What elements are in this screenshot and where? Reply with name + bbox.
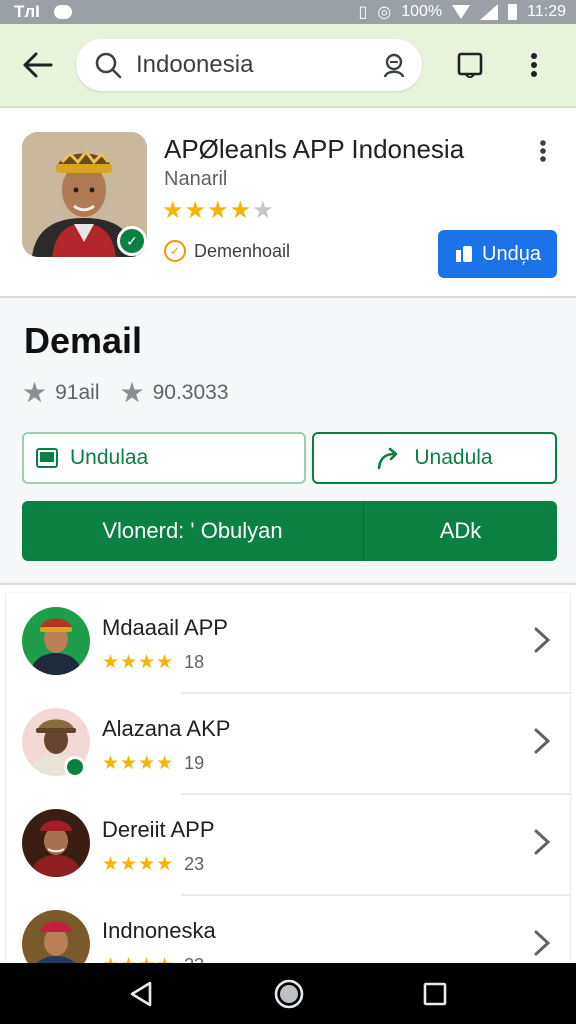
download-button[interactable]: Undulaa: [22, 432, 306, 484]
app-category-tag: ✓ Demenhoail: [164, 240, 290, 262]
chevron-right-icon: [534, 829, 551, 855]
primary-action-button[interactable]: Vlonerd: ' Obulyan: [22, 501, 364, 561]
person-avatar-icon: [22, 910, 90, 963]
share-button[interactable]: Unadula: [312, 432, 557, 484]
avatar: [22, 809, 90, 877]
list-item[interactable]: Mdaaail APP ★★★★ 18: [6, 593, 570, 694]
rating-count: 18: [184, 652, 205, 672]
secondary-action-button[interactable]: ADk: [364, 501, 557, 561]
stat-rating: ★ 91ail: [22, 376, 99, 409]
bookmark-icon: [457, 52, 483, 78]
divider: [0, 583, 576, 585]
list-item-rating: ★★★★ 23: [102, 954, 204, 963]
arrow-back-icon: [23, 52, 53, 78]
nav-home-icon[interactable]: [273, 978, 305, 1010]
chevron-right-icon: [534, 728, 551, 754]
search-icon: [95, 52, 122, 79]
wifi-icon: [452, 5, 471, 19]
verified-badge-icon: [64, 756, 86, 778]
clock: 11:29: [527, 3, 566, 20]
share-button-label: Unadula: [414, 446, 493, 469]
app-title: APØleanls APP Indonesia: [164, 134, 465, 164]
detail-title: Demail: [24, 320, 143, 361]
navigation-bar: [0, 963, 576, 1024]
download-icon: [36, 448, 58, 468]
star-rating-icon: ★★★★: [102, 854, 175, 875]
nav-recents-icon[interactable]: [422, 981, 448, 1007]
person-avatar-icon: [22, 607, 90, 675]
star-rating-icon: ★★★★: [102, 652, 175, 673]
star-rating-icon: ★★★★: [102, 954, 174, 963]
voice-search-icon[interactable]: [380, 51, 408, 79]
screen: TлI ▯ ◎ 100% 11:29 Indoonesia ✓ APØleanl…: [0, 0, 576, 1024]
back-button[interactable]: [0, 23, 76, 107]
chevron-right-icon: [534, 627, 551, 653]
list-item-title: Indnoneska: [102, 918, 216, 943]
star-icon: ★: [119, 377, 145, 408]
more-vert-icon: [531, 53, 537, 77]
list-item-rating: ★★★★ 18: [102, 651, 204, 674]
app-header: ✓ APØleanls APP Indonesia Nanaril ★★★★★ …: [0, 110, 576, 296]
install-button[interactable]: Undu᷊a: [438, 230, 557, 278]
battery-percent: 100%: [401, 3, 443, 20]
star-icon: ★: [229, 197, 253, 224]
carrier-text: TлI: [14, 2, 40, 21]
stat-reviews: ★ 90.3033: [119, 376, 228, 409]
list-item[interactable]: Indnoneska ★★★★ 23: [6, 896, 570, 963]
toolbar: [0, 24, 576, 108]
search-input[interactable]: [136, 51, 380, 79]
list-item-title: Dereiit APP: [102, 817, 215, 842]
list-item-rating: ★★★★ 19: [102, 752, 204, 775]
rating-count: 19: [184, 753, 205, 773]
stat-reviews-value: 90.3033: [152, 380, 229, 404]
star-icon: ★: [207, 197, 230, 224]
person-avatar-icon: [22, 809, 90, 877]
star-icon: ★: [162, 197, 185, 224]
signal-icon: [480, 4, 499, 20]
install-label: Undu᷊a: [482, 242, 541, 265]
notification-icon: [53, 5, 72, 19]
rating-count: 23: [184, 854, 205, 874]
list-item[interactable]: Alazana AKP ★★★★ 19: [6, 694, 570, 795]
app-rating-stars: ★★★★★: [162, 196, 275, 225]
stat-rating-value: 91ail: [55, 380, 100, 404]
list-item[interactable]: Dereiit APP ★★★★ 23: [6, 795, 570, 896]
app-category-label: Demenhoail: [194, 240, 291, 261]
vibrate-icon: ▯: [358, 4, 368, 21]
action-bar: Vlonerd: ' Obulyan ADk: [22, 501, 557, 561]
overflow-menu-button[interactable]: [502, 23, 566, 107]
detail-section: Demail ★ 91ail ★ 90.3033 Undulaa Unadula…: [0, 298, 576, 583]
related-apps-list: Mdaaail APP ★★★★ 18 Alazana AKP ★★★★ 19: [6, 593, 570, 963]
download-button-label: Undulaa: [70, 446, 149, 469]
star-icon: ★: [22, 377, 48, 408]
detail-stats: ★ 91ail ★ 90.3033: [22, 376, 229, 409]
avatar: [22, 910, 90, 963]
status-bar: TлI ▯ ◎ 100% 11:29: [0, 0, 576, 24]
nav-back-icon[interactable]: [128, 980, 156, 1008]
bookmark-button[interactable]: [438, 23, 502, 107]
more-vert-icon: [540, 140, 546, 162]
list-item-rating: ★★★★ 23: [102, 853, 204, 876]
list-item-title: Mdaaail APP: [102, 615, 228, 640]
chevron-right-icon: [534, 930, 551, 956]
star-empty-icon: ★: [252, 197, 275, 224]
app-more-button[interactable]: [528, 136, 558, 166]
alarm-icon: ◎: [377, 4, 392, 21]
category-icon: ✓: [164, 240, 186, 262]
star-icon: ★: [184, 197, 208, 224]
battery-icon: [508, 4, 518, 20]
search-bar[interactable]: [76, 39, 422, 91]
rating-count: 23: [184, 955, 204, 963]
star-rating-icon: ★★★★: [102, 753, 175, 774]
share-icon: [378, 447, 398, 470]
verified-badge-icon: ✓: [117, 226, 147, 256]
install-icon: [456, 246, 473, 262]
avatar: [22, 607, 90, 675]
app-developer[interactable]: Nanaril: [164, 168, 227, 191]
list-item-title: Alazana AKP: [102, 716, 231, 741]
